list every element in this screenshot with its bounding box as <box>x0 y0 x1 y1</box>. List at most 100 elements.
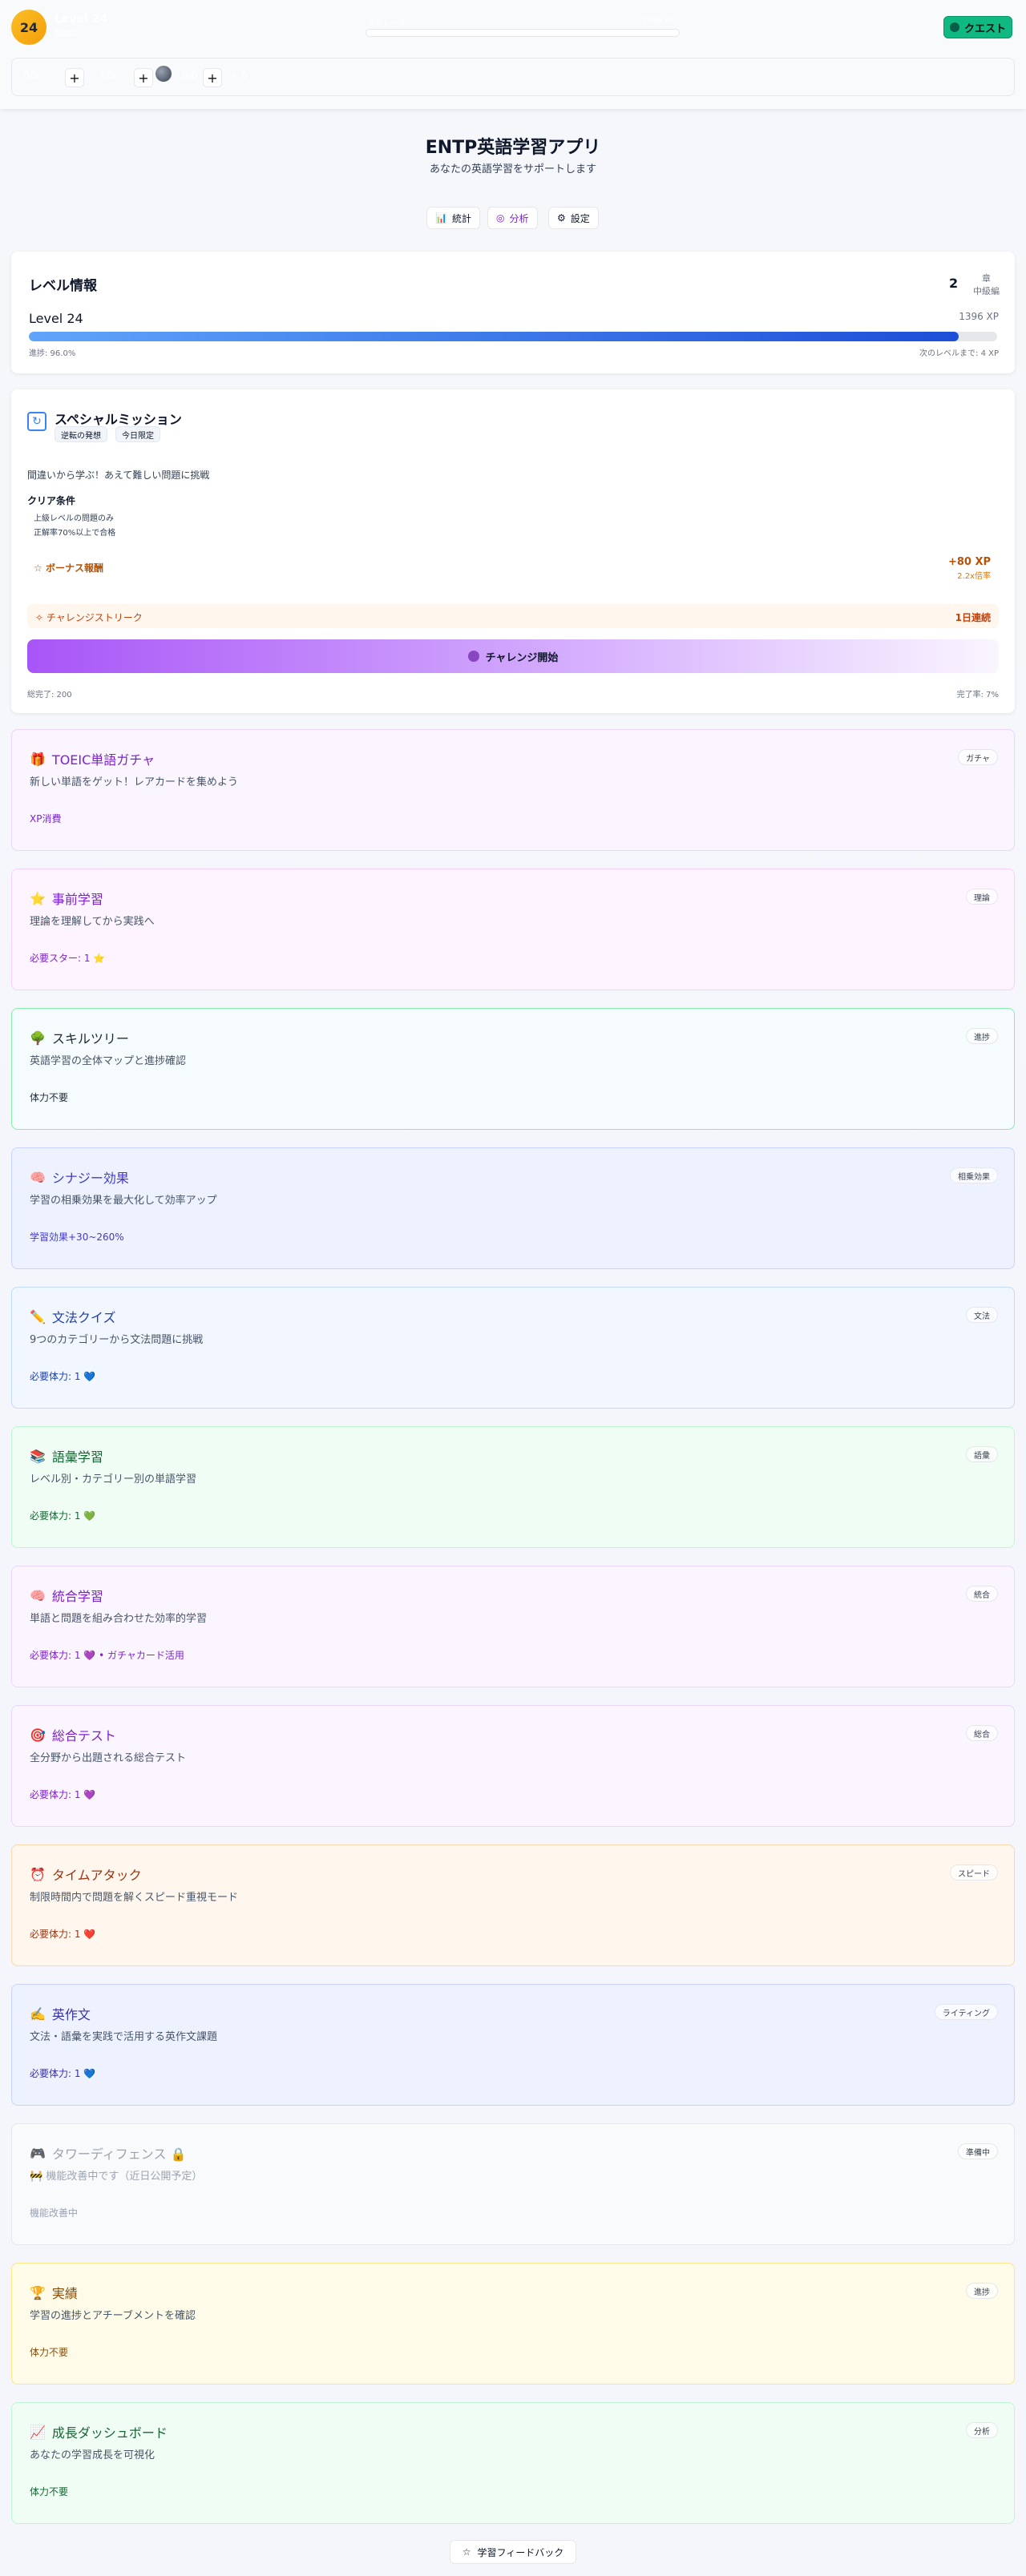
feature-card[interactable]: 📈 成長ダッシュボード あなたの学習成長を可視化 体力不要 分析 <box>11 2402 1015 2524</box>
quest-button[interactable]: クエスト <box>943 16 1012 38</box>
quest-icon <box>949 22 959 32</box>
feature-title: ✍️ 英作文 <box>30 2004 91 2023</box>
feature-title-text: 事前学習 <box>51 892 103 907</box>
feature-card[interactable]: 🧠 シナジー効果 学習の相乗効果を最大化して効率アップ 学習効果+30~260% 相乗効… <box>11 1147 1015 1269</box>
feature-title-text: 実績 <box>51 2286 78 2301</box>
feature-title: ✏️ 文法クイズ <box>30 1307 115 1326</box>
feature-tag: 進捗 <box>966 1028 998 1044</box>
app-title: ENTP英語学習アプリ <box>425 138 601 158</box>
bonus-reward: ☆ ボーナス報酬 +80 XP 2.2x倍率 <box>27 553 999 581</box>
feature-description: 🚧 機能改善中です（近日公開予定） <box>30 2171 203 2183</box>
feature-description: 新しい単語をゲット！レアカードを集めよう <box>30 776 239 788</box>
feature-icon: 🎯 <box>30 1727 46 1743</box>
feature-title: 🧠 統合学習 <box>30 1586 103 1605</box>
refresh-icon: ↻ <box>27 412 46 431</box>
quest-label: クエスト <box>963 22 1006 35</box>
feature-description: 学習の進捗とアチーブメントを確認 <box>30 2310 196 2322</box>
analysis-label: 分析 <box>509 212 529 224</box>
feature-icon: 🌳 <box>30 1030 46 1046</box>
mission-title: スペシャルミッション <box>55 412 182 427</box>
challenge-label: チャレンジ開始 <box>485 651 559 664</box>
resource-moon: 0/0 <box>182 70 198 81</box>
mission-tag: 逆転の発想 <box>55 426 107 442</box>
feature-title-text: タイムアタック <box>51 1868 142 1883</box>
level-progress-fill <box>29 332 959 341</box>
feature-card[interactable]: 🎯 総合テスト 全分野から出題される総合テスト 必要体力: 1 💜 総合 <box>11 1705 1015 1827</box>
feature-requirement: 必要体力: 1 💜 • ガチャカード活用 <box>30 1650 184 1661</box>
feature-tag: 準備中 <box>958 2143 998 2159</box>
add-hearts-button[interactable]: + <box>65 68 84 87</box>
add-stars-button[interactable]: + <box>134 68 153 87</box>
feature-title: 🎮 タワーディフェンス 🔒 <box>30 2143 187 2163</box>
analysis-button[interactable]: ◎ 分析 <box>487 207 538 229</box>
feedback-label: 学習フィードバック <box>477 2546 564 2558</box>
feature-title-text: 語彙学習 <box>51 1449 103 1465</box>
star-icon: ☆ <box>34 562 46 574</box>
streak-label: ✧ チャレンジストリーク <box>35 611 143 624</box>
bonus-xp: +80 XP <box>947 556 991 568</box>
flame-icon: ✧ <box>35 612 46 623</box>
level-progress-bar <box>29 332 997 341</box>
add-energy-button[interactable]: + <box>203 68 222 87</box>
feature-card[interactable]: ⭐ 事前学習 理論を理解してから実践へ 必要スター: 1 ⭐ 理論 <box>11 869 1015 990</box>
star-icon: ☆ <box>462 2546 471 2558</box>
stats-button[interactable]: 📊 統計 <box>426 207 480 229</box>
gear-icon: ⚙ <box>557 212 566 224</box>
feature-card[interactable]: 🎮 タワーディフェンス 🔒 🚧 機能改善中です（近日公開予定） 機能改善中 準備中 <box>11 2123 1015 2245</box>
feature-card[interactable]: 🧠 統合学習 単語と問題を組み合わせた効率的学習 必要体力: 1 💜 • ガチャカード… <box>11 1566 1015 1687</box>
feature-title: 🌳 スキルツリー <box>30 1028 129 1047</box>
feature-tag: ガチャ <box>958 749 998 765</box>
bonus-multiplier: 2.2x倍率 <box>957 572 991 581</box>
feature-card[interactable]: 🌳 スキルツリー 英語学習の全体マップと進捗確認 体力不要 進捗 <box>11 1008 1015 1130</box>
feature-title-text: タワーディフェンス 🔒 <box>51 2147 187 2162</box>
feature-card[interactable]: 🏆 実績学習の進捗とアチーブメントを確認 体力不要 進捗 <box>11 2263 1015 2385</box>
feature-requirement: 体力不要 <box>30 2486 69 2497</box>
feature-title-text: 英作文 <box>51 2007 91 2022</box>
feature-icon: ✍️ <box>30 2006 46 2022</box>
clear-conditions-title: クリア条件 <box>27 495 76 506</box>
feature-icon: ⏰ <box>30 1866 46 1882</box>
feature-title: ⏰ タイムアタック <box>30 1864 142 1884</box>
feature-requirement: 必要体力: 1 💙 <box>30 1371 96 1382</box>
level-card-xp: 1396 XP <box>959 311 999 322</box>
feature-title: 🧠 シナジー効果 <box>30 1167 129 1187</box>
feature-requirement: 必要体力: 1 💙 <box>30 2068 96 2079</box>
xp-right-label: 1396 XP <box>641 16 675 25</box>
streak-label-text: チャレンジストリーク <box>46 612 143 623</box>
feature-title-text: スキルツリー <box>51 1031 129 1046</box>
app-subtitle: あなたの英語学習をサポートします <box>429 163 596 175</box>
feature-card[interactable]: ✏️ 文法クイズ 9つのカテゴリーから文法問題に挑戦 必要体力: 1 💙 文法 <box>11 1287 1015 1409</box>
moon-icon <box>156 66 172 82</box>
feature-tag: 総合 <box>966 1725 998 1741</box>
challenge-start-button[interactable]: チャレンジ開始 <box>27 639 999 673</box>
level-card-level: Level 24 <box>29 311 83 326</box>
feature-card[interactable]: 🎁 TOEIC単語ガチャ 新しい単語をゲット！レアカードを集めよう XP消費 ガチャ <box>11 729 1015 851</box>
feature-description: 英語学習の全体マップと進捗確認 <box>30 1055 187 1067</box>
feature-title: 🏆 実績 <box>30 2283 78 2302</box>
feature-description: 全分野から出題される総合テスト <box>30 1752 187 1764</box>
bonus-label: ☆ ボーナス報酬 <box>34 561 103 574</box>
stats-label: 統計 <box>451 212 471 224</box>
streak-value: 1日連続 <box>955 612 991 623</box>
feature-card[interactable]: ⏰ タイムアタック 制限時間内で問題を解くスピード重視モード 必要体力: 1 ❤️ スピ… <box>11 1844 1015 1966</box>
feature-icon: ✏️ <box>30 1308 46 1324</box>
feature-icon: 🧠 <box>30 1587 46 1603</box>
feature-requirement: 必要スター: 1 ⭐ <box>30 953 106 964</box>
feature-icon: 🏆 <box>30 2284 46 2300</box>
feature-card[interactable]: ✍️ 英作文 文法・語彙を実践で活用する英作文課題 必要体力: 1 💙 ライティング <box>11 1984 1015 2106</box>
settings-button[interactable]: ⚙ 設定 <box>548 207 599 229</box>
feature-icon: ⭐ <box>30 890 46 906</box>
total-completed: 総完了: 200 <box>27 691 72 699</box>
settings-label: 設定 <box>570 212 590 224</box>
feature-title-text: TOEIC単語ガチャ <box>51 752 156 768</box>
challenge-streak: ✧ チャレンジストリーク 1日連続 <box>27 604 999 628</box>
feature-description: レベル別・カテゴリー別の単語学習 <box>30 1473 197 1486</box>
feature-description: 制限時間内で問題を解くスピード重視モード <box>30 1892 239 1904</box>
feedback-button[interactable]: ☆ 学習フィードバック <box>450 2540 576 2564</box>
feature-tag: 統合 <box>966 1586 998 1602</box>
feature-card[interactable]: 📚 語彙学習 レベル別・カテゴリー別の単語学習 必要体力: 1 💚 語彙 <box>11 1426 1015 1548</box>
feature-requirement: 必要体力: 1 💜 <box>30 1789 96 1800</box>
feature-tag: 進捗 <box>966 2283 998 2299</box>
feature-requirement: 体力不要 <box>30 2347 69 2358</box>
special-mission-card: ↻ スペシャルミッション 逆転の発想 今日限定 間違いから学ぶ！あえて難しい問題… <box>11 389 1015 713</box>
